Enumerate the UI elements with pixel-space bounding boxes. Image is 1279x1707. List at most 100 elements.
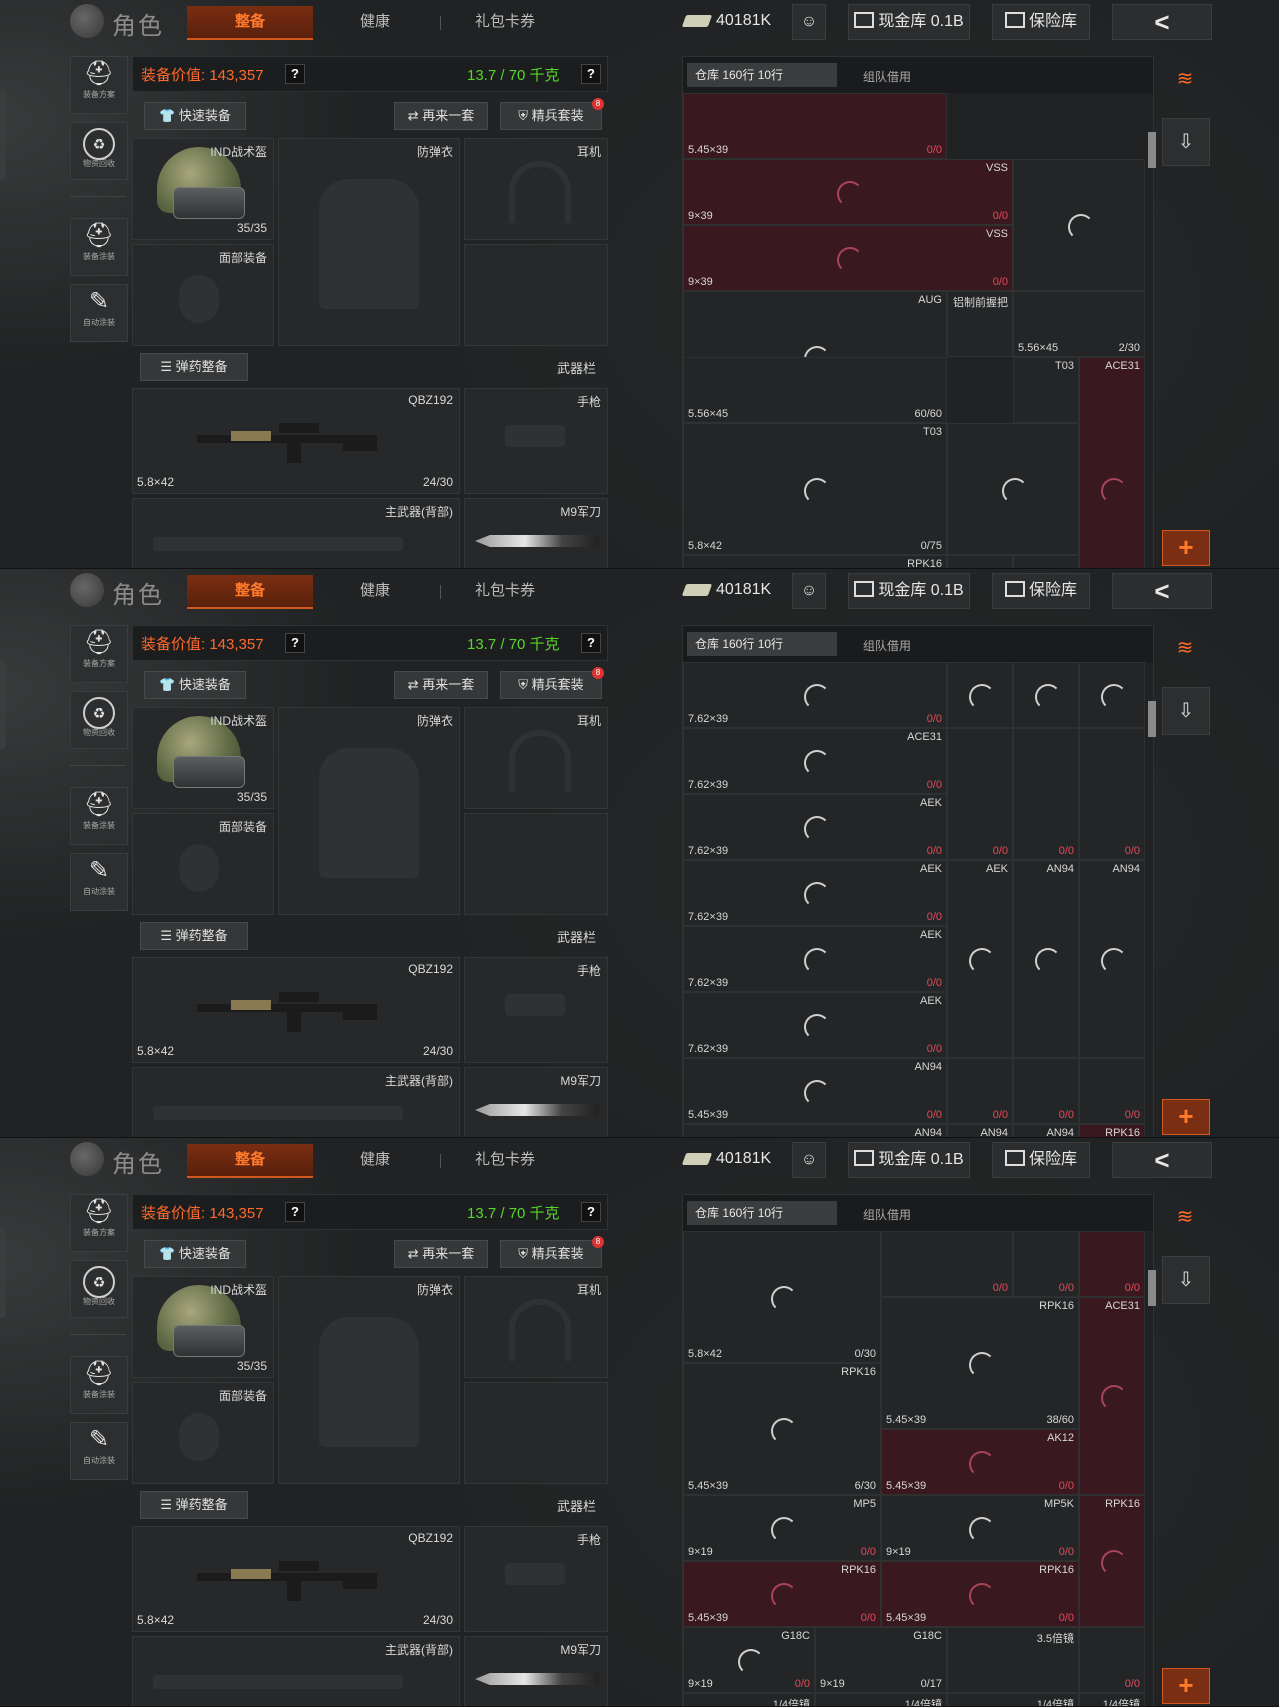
gear-plan-button[interactable]: ⛑ 装备方案: [70, 56, 128, 114]
weight-help-icon[interactable]: ?: [581, 64, 601, 84]
storage-cell[interactable]: 1/4倍镜: [947, 1693, 1079, 1706]
empty-slot[interactable]: [464, 1382, 608, 1484]
storage-scrollbar[interactable]: [1148, 701, 1156, 737]
storage-cell[interactable]: RPK16 5.45×39 0/0: [881, 1561, 1079, 1627]
paint-button[interactable]: ⛑ 装备涂装: [70, 1356, 128, 1414]
edge-handle[interactable]: [0, 659, 6, 749]
elite-kit-button[interactable]: ⛨ 精兵套装: [500, 1240, 602, 1268]
download-layers-icon[interactable]: ⇩: [1162, 1256, 1210, 1304]
tab-health[interactable]: 健康: [330, 6, 420, 38]
helmet-slot[interactable]: IND战术盔 35/35: [132, 1276, 274, 1378]
primary-weapon-slot[interactable]: QBZ192 5.8×42 24/30: [132, 388, 460, 494]
recycle-button[interactable]: ♻ 物资回收: [70, 1260, 128, 1318]
storage-cell[interactable]: [1079, 662, 1145, 728]
storage-cell[interactable]: AEK 7.62×39 0/0: [683, 794, 947, 860]
team-borrow-tab[interactable]: 组队借用: [863, 68, 911, 85]
recycle-button[interactable]: ♻ 物资回收: [70, 122, 128, 180]
storage-tab[interactable]: 仓库 160行 10行: [687, 63, 837, 87]
storage-cell[interactable]: 0/0: [1013, 555, 1079, 568]
storage-cell[interactable]: 0/0: [1013, 1058, 1079, 1124]
add-button[interactable]: +: [1162, 1099, 1210, 1135]
storage-cell[interactable]: AN94: [1079, 860, 1145, 1058]
storage-cell[interactable]: ACE31: [1079, 357, 1145, 568]
paint-button[interactable]: ⛑ 装备涂装: [70, 218, 128, 276]
back-weapon-slot[interactable]: 主武器(背部): [132, 498, 460, 568]
add-button[interactable]: +: [1162, 530, 1210, 566]
face-slot[interactable]: 面部装备: [132, 1382, 274, 1484]
storage-cell[interactable]: T03 5.8×42 0/75: [683, 423, 947, 555]
storage-cell[interactable]: AEK 7.62×39 0/0: [683, 926, 947, 992]
recycle-button[interactable]: ♻ 物资回收: [70, 691, 128, 749]
storage-cell[interactable]: ACE31 7.62×39 0/0: [683, 728, 947, 794]
back-button[interactable]: <: [1112, 573, 1212, 609]
storage-cell[interactable]: [1013, 159, 1145, 291]
storage-cell[interactable]: 0/0: [1079, 728, 1145, 860]
pistol-slot[interactable]: 手枪: [464, 957, 608, 1063]
repeat-loadout-button[interactable]: ⇄ 再来一套: [394, 1240, 488, 1268]
edge-handle[interactable]: [0, 90, 6, 180]
team-borrow-tab[interactable]: 组队借用: [863, 1206, 911, 1223]
tab-gear[interactable]: 整备: [187, 6, 313, 40]
storage-cell[interactable]: RPK16: [1079, 1124, 1145, 1137]
safe-button[interactable]: 保险库: [992, 573, 1090, 609]
safe-button[interactable]: 保险库: [992, 1142, 1090, 1178]
repeat-loadout-button[interactable]: ⇄ 再来一套: [394, 102, 488, 130]
storage-cell[interactable]: AN94: [683, 1124, 947, 1137]
armor-slot[interactable]: 防弹衣: [278, 707, 460, 915]
quick-equip-button[interactable]: 👕 快速装备: [144, 1240, 246, 1268]
storage-cell[interactable]: 3.5倍镜: [947, 1627, 1079, 1693]
back-weapon-slot[interactable]: 主武器(背部): [132, 1636, 460, 1706]
avatar-button[interactable]: ☺: [792, 573, 826, 609]
empty-slot[interactable]: [464, 813, 608, 915]
storage-cell[interactable]: MP5 9×19 0/0: [683, 1495, 881, 1561]
storage-cell[interactable]: 5.8×42 0/30: [683, 1231, 881, 1363]
value-help-icon[interactable]: ?: [285, 633, 305, 653]
value-help-icon[interactable]: ?: [285, 64, 305, 84]
back-button[interactable]: <: [1112, 4, 1212, 40]
sort-stack-icon[interactable]: ≋: [1162, 625, 1208, 671]
elite-kit-button[interactable]: ⛨ 精兵套装: [500, 671, 602, 699]
elite-kit-button[interactable]: ⛨ 精兵套装: [500, 102, 602, 130]
value-help-icon[interactable]: ?: [285, 1202, 305, 1222]
armor-slot[interactable]: 防弹衣: [278, 138, 460, 346]
storage-cell[interactable]: RPK16: [1079, 1495, 1145, 1627]
storage-cell[interactable]: AEK 7.62×39 0/0: [683, 992, 947, 1058]
helmet-slot[interactable]: IND战术盔 35/35: [132, 707, 274, 809]
storage-cell[interactable]: AN94: [947, 1124, 1013, 1137]
knife-slot[interactable]: M9军刀: [464, 1067, 608, 1137]
cash-vault-button[interactable]: 现金库 0.1B: [848, 573, 970, 609]
storage-cell[interactable]: ACE31: [1079, 1297, 1145, 1495]
tab-gift-coupons[interactable]: 礼包卡券: [455, 6, 555, 38]
storage-scrollbar[interactable]: [1148, 1270, 1156, 1306]
gear-plan-button[interactable]: ⛑ 装备方案: [70, 625, 128, 683]
storage-cell[interactable]: 0/0: [947, 728, 1013, 860]
storage-cell[interactable]: AN94 5.45×39 0/0: [683, 1058, 947, 1124]
face-slot[interactable]: 面部装备: [132, 813, 274, 915]
back-weapon-slot[interactable]: 主武器(背部): [132, 1067, 460, 1137]
tab-gear[interactable]: 整备: [187, 1144, 313, 1178]
repeat-loadout-button[interactable]: ⇄ 再来一套: [394, 671, 488, 699]
storage-cell[interactable]: 7.62×39 0/0: [683, 662, 947, 728]
earphone-slot[interactable]: 耳机: [464, 138, 608, 240]
tab-health[interactable]: 健康: [330, 1144, 420, 1176]
storage-cell[interactable]: AN94: [1013, 860, 1079, 1058]
storage-cell[interactable]: T03: [1013, 357, 1079, 423]
storage-cell[interactable]: RPK16 5.45×39 6/30: [683, 1363, 881, 1495]
cash-vault-button[interactable]: 现金库 0.1B: [848, 4, 970, 40]
edge-handle[interactable]: [0, 1228, 6, 1318]
storage-cell[interactable]: RPK16 5.45×39 0/0: [683, 1561, 881, 1627]
storage-cell[interactable]: [947, 423, 1079, 555]
paint-button[interactable]: ⛑ 装备涂装: [70, 787, 128, 845]
weight-help-icon[interactable]: ?: [581, 633, 601, 653]
storage-cell[interactable]: AN94: [1013, 1124, 1079, 1137]
storage-cell[interactable]: VSS 9×39 0/0: [683, 225, 1013, 291]
pistol-slot[interactable]: 手枪: [464, 388, 608, 494]
storage-cell[interactable]: RPK16: [683, 555, 947, 568]
tab-health[interactable]: 健康: [330, 575, 420, 607]
auto-paint-button[interactable]: ✎ 自动涂装: [70, 1422, 128, 1480]
earphone-slot[interactable]: 耳机: [464, 1276, 608, 1378]
earphone-slot[interactable]: 耳机: [464, 707, 608, 809]
storage-cell[interactable]: G18C 9×19 0/0: [683, 1627, 815, 1693]
quick-equip-button[interactable]: 👕 快速装备: [144, 102, 246, 130]
avatar-button[interactable]: ☺: [792, 4, 826, 40]
